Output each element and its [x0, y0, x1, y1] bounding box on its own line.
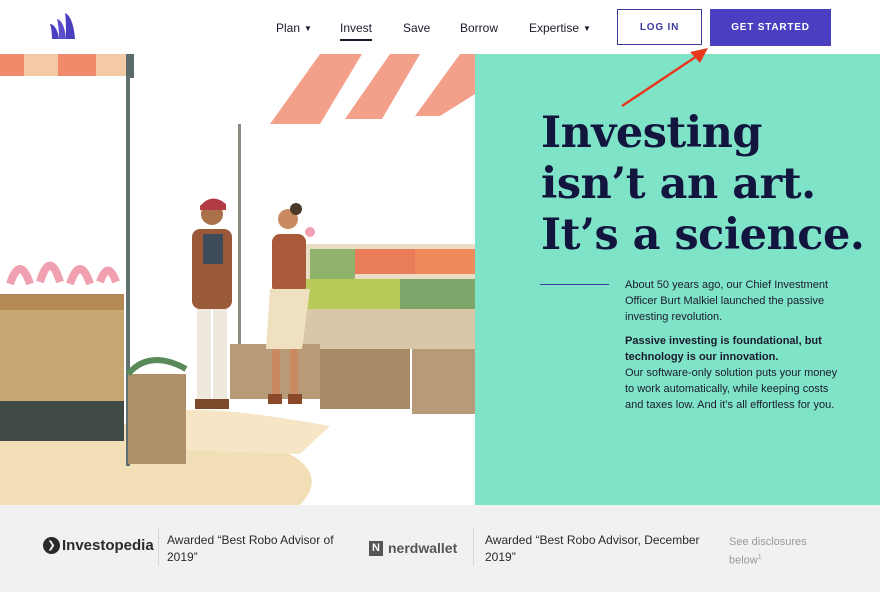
investopedia-name: Investopedia [62, 537, 154, 554]
hero-paragraph-2-body: Our software-only solution puts your mon… [625, 367, 838, 411]
award-separator [158, 528, 159, 566]
disclosures-label: See disclosures below [729, 536, 807, 567]
nav-borrow[interactable]: Borrow [460, 21, 498, 35]
hero-divider [540, 284, 609, 285]
login-button[interactable]: LOG IN [617, 9, 702, 45]
nerdwallet-award-text: Awarded “Best Robo Advisor, December 201… [485, 533, 700, 564]
nav-invest[interactable]: Invest [340, 21, 373, 41]
headline-line-1: Investing [541, 108, 762, 158]
hero-copy: About 50 years ago, our Chief Investment… [625, 277, 840, 421]
hero-paragraph-1: About 50 years ago, our Chief Investment… [625, 279, 829, 323]
nav-save-label: Save [403, 21, 431, 35]
investopedia-logo-icon: ❯ [43, 537, 60, 554]
site-header: Plan ▼ Invest Save Borrow Expertise ▼ LOG … [0, 0, 880, 54]
hero-illustration [0, 54, 475, 505]
investopedia-award-text: Awarded “Best Robo Advisor of 2019” [167, 533, 334, 564]
award-separator [473, 528, 474, 566]
nav-plan-label: Plan [276, 21, 301, 35]
disclosure-footnote-ref: 1 [757, 554, 762, 561]
nav-invest-label: Invest [340, 21, 373, 35]
nerdwallet-logo-icon: N [369, 540, 383, 556]
chevron-down-icon: ▼ [304, 24, 312, 33]
nav-expertise[interactable]: Expertise ▼ [529, 21, 591, 35]
disclosures-link[interactable]: See disclosures below1 [729, 534, 819, 569]
nav-plan[interactable]: Plan ▼ [276, 21, 312, 35]
headline-line-3: It’s a science. [541, 210, 865, 260]
hero-paragraph-2: Passive investing is foundational, but t… [625, 333, 840, 413]
hero-headline: Investing isn’t an art. It’s a science. [541, 108, 871, 261]
farmers-market-illustration [0, 54, 475, 505]
nav-borrow-label: Borrow [460, 21, 499, 35]
nerdwallet-name: nerdwallet [388, 540, 458, 556]
nav-expertise-label: Expertise [529, 21, 580, 35]
hero-paragraph-2-bold: Passive investing is foundational, but t… [625, 335, 822, 363]
chevron-down-icon: ▼ [583, 24, 591, 33]
nerdwallet-logo: N nerdwallet [369, 540, 457, 556]
nav-save[interactable]: Save [403, 21, 430, 35]
investopedia-logo: ❯ Investopedia [43, 537, 154, 554]
wealthfront-logo-icon[interactable] [48, 12, 78, 40]
get-started-button[interactable]: GET STARTED [710, 9, 831, 46]
headline-line-2: isn’t an art. [541, 159, 816, 209]
